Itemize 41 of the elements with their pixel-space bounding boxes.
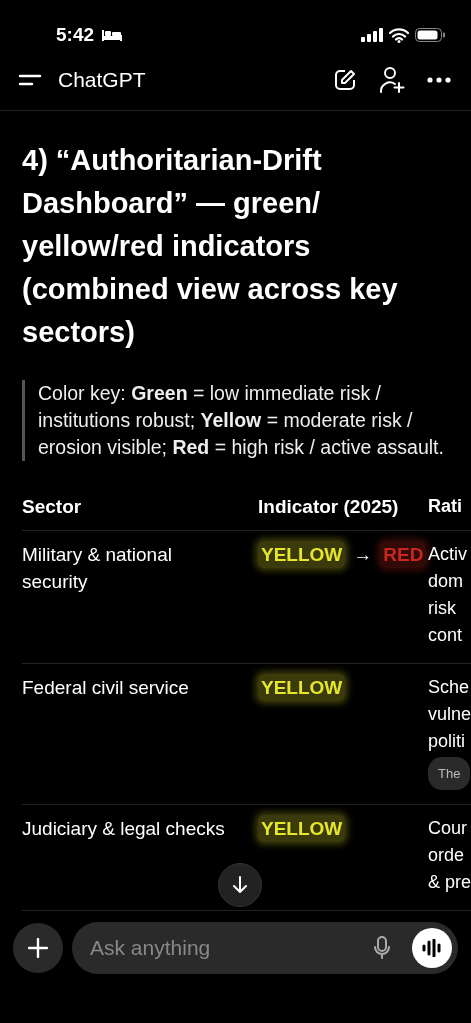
status-time: 5:42: [56, 24, 95, 46]
column-header: Sector: [22, 495, 82, 519]
table-cell-text: risk: [428, 597, 456, 620]
down-arrow-icon: [232, 876, 248, 894]
waveform-icon: [421, 939, 443, 957]
table-cell-text: Military & national security: [22, 543, 173, 594]
add-button[interactable]: [13, 923, 63, 973]
source-chip[interactable]: The: [428, 757, 471, 790]
color-key-note: Color key: Green = low immediate risk / institutions robust; Yellow = moderate risk / erosion visible; Red = high risk / active assault.: [22, 380, 449, 461]
more-icon[interactable]: [427, 77, 451, 83]
scroll-down-button[interactable]: [218, 863, 262, 907]
app-title: ChatGPT: [58, 68, 146, 92]
table-cell-text: Federal civil service: [22, 676, 189, 700]
section-heading: 4) “Authoritarian-Drift Dashboard” — green/ yellow/red indicators (combined view across key sectors): [22, 143, 399, 350]
table-cell-text: Judiciary & legal checks: [22, 817, 225, 841]
table-cell-text: Cour: [428, 817, 467, 840]
bed-icon: [102, 28, 123, 42]
table-cell-text: Sche: [428, 676, 470, 699]
indicator-label: RED: [380, 541, 427, 568]
table-cell-text: & pre: [428, 871, 471, 894]
indicator-label: YELLOW: [258, 674, 346, 701]
arrow-text: →: [353, 543, 373, 567]
indicator-label: YELLOW: [258, 541, 346, 568]
wifi-icon: [389, 27, 409, 43]
table-cell-text: orde: [428, 844, 465, 867]
table-cell-text: vulne: [428, 703, 471, 726]
plus-icon: [28, 938, 48, 958]
table-cell-text: cont: [428, 624, 463, 647]
battery-icon: [415, 28, 445, 42]
message-field[interactable]: Ask anything: [72, 922, 458, 974]
column-header: Indicator (2025): [258, 495, 400, 519]
microphone-icon[interactable]: [374, 936, 390, 960]
column-header: Rati: [428, 495, 463, 518]
indicator-label: YELLOW: [258, 815, 346, 842]
table-cell-text: dom: [428, 570, 463, 593]
add-person-icon[interactable]: [379, 66, 405, 94]
menu-icon[interactable]: [18, 72, 42, 88]
table-cell-text: Activ: [428, 543, 467, 566]
signal-icon: [361, 28, 383, 42]
table-cell-text: politi: [428, 730, 466, 753]
compose-icon[interactable]: [333, 68, 357, 92]
